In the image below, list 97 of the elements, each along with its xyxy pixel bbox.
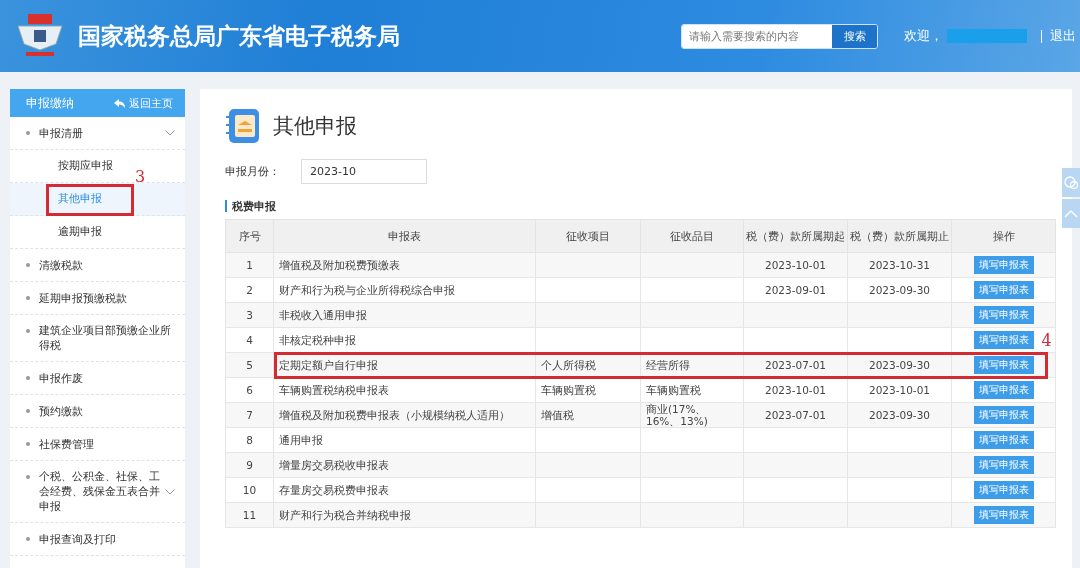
fill-form-button[interactable]: 填写申报表 <box>973 456 1034 474</box>
column-header: 序号 <box>225 219 274 253</box>
table-cell: 增值税及附加税费申报表（小规模纳税人适用） <box>273 402 536 428</box>
nav-label: 申报作废 <box>39 370 84 386</box>
fill-form-button[interactable]: 填写申报表 <box>973 306 1034 324</box>
bullet-icon <box>26 537 30 541</box>
chevron-down-icon <box>165 130 175 136</box>
table-cell: 存量房交易税费申报表 <box>273 477 536 503</box>
table-cell: 非税收入通用申报 <box>273 302 536 328</box>
bullet-icon <box>26 329 30 333</box>
nav-item[interactable]: 建筑企业项目部预缴企业所得税 <box>10 315 185 362</box>
nav-item[interactable]: 个税、公积金、社保、工会经费、残保金五表合并申报 <box>10 461 185 523</box>
table-cell: 5 <box>225 352 274 378</box>
table-cell: 2023-09-30 <box>847 277 952 303</box>
fill-form-button[interactable]: 填写申报表 <box>973 331 1034 349</box>
nav-item[interactable]: 预约缴款 <box>10 395 185 428</box>
column-header: 征收项目 <box>535 219 641 253</box>
table-cell: 2023-07-01 <box>743 402 848 428</box>
welcome-text: 欢迎， <box>904 27 943 45</box>
table-cell: 财产和行为税与企业所得税综合申报 <box>273 277 536 303</box>
table-cell: 增值税及附加税费预缴表 <box>273 252 536 278</box>
fill-form-button[interactable]: 填写申报表 <box>973 256 1034 274</box>
column-header: 税（费）款所属期起 <box>743 219 848 253</box>
nav-item[interactable]: 申报查询及打印 <box>10 523 185 556</box>
table-cell: 2 <box>225 277 274 303</box>
table-cell: 7 <box>225 402 274 428</box>
table-cell: 8 <box>225 427 274 453</box>
notebook-icon <box>225 107 261 145</box>
column-header: 税（费）款所属期止 <box>847 219 952 253</box>
bullet-icon <box>26 296 30 300</box>
nav-label: 清缴税款 <box>39 257 84 273</box>
bullet-icon <box>26 376 30 380</box>
back-home-link[interactable]: 返回主页 <box>114 95 173 111</box>
table-cell: 2023-09-30 <box>847 402 952 428</box>
column-header: 申报表 <box>273 219 536 253</box>
fill-form-button[interactable]: 填写申报表 <box>973 381 1034 399</box>
bullet-icon <box>26 442 30 446</box>
table-cell: 3 <box>225 302 274 328</box>
nav-item[interactable]: 社保费管理 <box>10 428 185 461</box>
fill-form-button[interactable]: 填写申报表 <box>973 356 1034 374</box>
search-field[interactable]: 请输入需要搜索的内容 搜索 <box>681 23 878 49</box>
nav-item[interactable]: 清缴税款 <box>10 249 185 282</box>
table-cell: 2023-10-01 <box>743 252 848 278</box>
column-header: 征收品目 <box>640 219 744 253</box>
bullet-icon <box>26 263 30 267</box>
nav-label: 预约缴款 <box>39 403 84 419</box>
chevron-down-icon <box>165 488 175 495</box>
search-button[interactable]: 搜索 <box>832 24 877 48</box>
month-field[interactable]: 2023-10 <box>301 159 427 184</box>
nav-label: 延期申报预缴税款 <box>39 290 128 306</box>
month-label: 申报月份： <box>225 164 281 179</box>
chat-icon[interactable] <box>1062 168 1080 197</box>
table-cell: 增量房交易税收申报表 <box>273 452 536 478</box>
sidebar-title: 申报缴纳 <box>26 94 74 112</box>
nav-item[interactable]: 延期申报预缴税款 <box>10 282 185 315</box>
table-cell: 财产和行为税合并纳税申报 <box>273 502 536 528</box>
table-cell: 9 <box>225 452 274 478</box>
table-cell: 车辆购置税纳税申报表 <box>273 377 536 403</box>
fill-form-button[interactable]: 填写申报表 <box>973 506 1034 524</box>
callout-number: 4 <box>1041 330 1052 350</box>
table-cell: 增值税 <box>535 402 641 428</box>
callout-number: 3 <box>135 167 146 186</box>
nav-subitem[interactable]: 逾期申报 <box>10 216 185 249</box>
table-cell: 通用申报 <box>273 427 536 453</box>
table-cell: 10 <box>225 477 274 503</box>
reply-arrow-icon <box>114 98 125 108</box>
table-cell: 2023-10-01 <box>743 377 848 403</box>
table-cell: 商业(17%、16%、13%) <box>640 402 744 428</box>
table-cell: 6 <box>225 377 274 403</box>
fill-form-button[interactable]: 填写申报表 <box>973 481 1034 499</box>
bullet-icon <box>26 475 30 479</box>
nav-label: 申报清册 <box>39 125 84 141</box>
column-header: 操作 <box>951 219 1056 253</box>
table-cell: 车辆购置税 <box>535 377 641 403</box>
fill-form-button[interactable]: 填写申报表 <box>973 281 1034 299</box>
nav-label: 申报查询及打印 <box>39 531 117 547</box>
table-cell: 1 <box>225 252 274 278</box>
table-cell: 2023-10-31 <box>847 252 952 278</box>
nav-label: 社保费管理 <box>39 436 95 452</box>
nav-item[interactable]: 申报清册 <box>10 117 185 150</box>
table-cell: 车辆购置税 <box>640 377 744 403</box>
bullet-icon <box>26 131 30 135</box>
nav-label: 个税、公积金、社保、工会经费、残保金五表合并申报 <box>39 469 161 514</box>
page-title: 其他申报 <box>273 113 357 140</box>
back-to-top-icon[interactable] <box>1062 199 1080 228</box>
section-title: 税费申报 <box>225 200 1056 212</box>
table-cell: 2023-09-01 <box>743 277 848 303</box>
site-title: 国家税务总局广东省电子税务局 <box>78 21 401 51</box>
fill-form-button[interactable]: 填写申报表 <box>973 406 1034 424</box>
table-cell: 2023-10-01 <box>847 377 952 403</box>
bullet-icon <box>26 409 30 413</box>
table-cell: 4 <box>225 327 274 353</box>
fill-form-button[interactable]: 填写申报表 <box>973 431 1034 449</box>
nav-label: 建筑企业项目部预缴企业所得税 <box>39 323 172 353</box>
logout-link[interactable]: 退出 <box>1050 27 1076 45</box>
nav-item[interactable]: 申报作废 <box>10 362 185 395</box>
table-cell: 11 <box>225 502 274 528</box>
